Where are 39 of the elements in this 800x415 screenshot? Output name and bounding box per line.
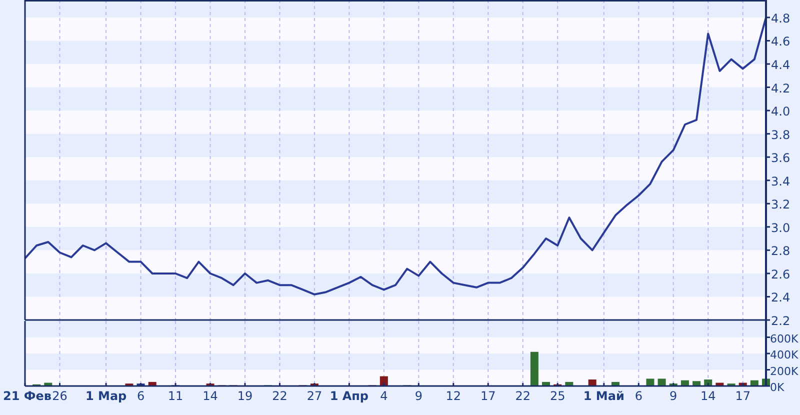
- date-label: 27: [306, 389, 322, 403]
- date-label: 9: [670, 389, 678, 403]
- axis-label: 400K: [770, 348, 798, 362]
- date-label: 12: [446, 389, 462, 403]
- date-label: 1 Апр: [330, 389, 369, 403]
- date-label: 9: [414, 389, 422, 403]
- axis-label: 2.2: [771, 314, 790, 328]
- axis-label: 3.0: [771, 220, 790, 235]
- axis-label: 2.4: [771, 290, 790, 305]
- axis-label: 3.2: [771, 198, 790, 212]
- axis-label: 2.6: [771, 267, 790, 282]
- axis-label: 4.0: [771, 104, 790, 119]
- date-label: 22: [272, 389, 288, 403]
- date-label: 19: [237, 389, 253, 403]
- date-label: 11: [168, 389, 184, 403]
- axis-label: 4.4: [771, 58, 790, 72]
- axis-label: 3.6: [771, 151, 790, 166]
- axis-label: 3.8: [771, 128, 790, 142]
- date-label: 25: [550, 389, 566, 403]
- axis-label: 4.6: [771, 34, 790, 49]
- date-label: 17: [480, 389, 496, 403]
- axis-label: 200K: [770, 364, 798, 378]
- axis-label: 2.8: [771, 244, 790, 258]
- date-label: 22: [515, 389, 530, 403]
- axis-label: 4.2: [771, 81, 790, 96]
- axis-label: 600K: [770, 332, 798, 346]
- axis-label: 0K: [770, 381, 784, 394]
- axis-label: 4.8: [771, 11, 790, 26]
- date-label: 17: [735, 389, 750, 403]
- date-label: 4: [380, 389, 388, 403]
- date-label: 1 Мар: [85, 389, 127, 403]
- date-label: 14: [202, 389, 218, 403]
- date-label: 26: [52, 389, 68, 403]
- date-label: 1 Май: [583, 389, 624, 403]
- axis-label: 3.4: [771, 174, 790, 188]
- date-label: 6: [136, 389, 145, 403]
- date-label: 6: [634, 389, 642, 403]
- date-label: 21 Фев: [3, 389, 52, 403]
- date-label: 14: [700, 389, 716, 403]
